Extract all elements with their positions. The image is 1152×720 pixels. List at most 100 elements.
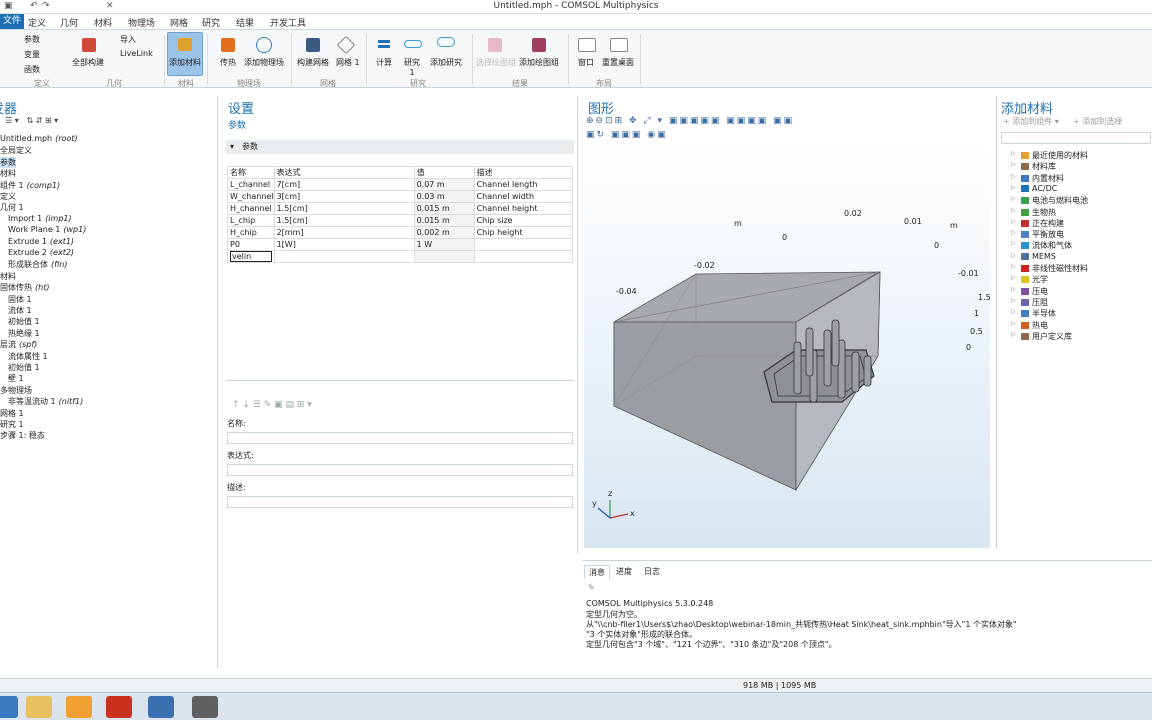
table-cell[interactable]: W_channel [227, 190, 275, 203]
table-cell[interactable]: 1.5[cm] [273, 214, 415, 227]
tree-item[interactable]: 全局定义 [0, 145, 32, 156]
tree-item[interactable]: Untitled.mph (root) [0, 134, 78, 143]
build-mesh-button[interactable]: 构建网格 [297, 57, 329, 68]
table-cell[interactable]: 1.5[cm] [273, 202, 415, 215]
table-row[interactable]: L_chip 1.5[cm] 0.015 m Chip size [227, 214, 574, 227]
graphics-canvas[interactable]: m 0.02 0.01 m 0 0 -0.02 -0.01 -0.04 1.5 … [584, 144, 991, 548]
material-library-item[interactable]: ▷ 用户定义库 [1011, 331, 1072, 342]
tree-item[interactable]: 网格 1 [0, 408, 24, 419]
material-library-item[interactable]: ▷ 光学 [1011, 274, 1048, 285]
tab-geometry[interactable]: 几何 [60, 16, 78, 29]
expand-icon[interactable]: ▷ [1011, 286, 1016, 293]
tab-physics[interactable]: 物理场 [128, 16, 155, 29]
media-player-icon[interactable] [66, 696, 92, 718]
expand-icon[interactable]: ▷ [1011, 229, 1016, 236]
comsol-icon[interactable] [192, 696, 218, 718]
variables-button[interactable]: 变量 [24, 49, 40, 60]
mesh1-button[interactable]: 网格 1 [336, 57, 360, 68]
select-plot-group-button[interactable]: 选择绘图组 [476, 57, 516, 68]
table-cell[interactable] [473, 238, 574, 251]
tab-log[interactable]: 日志 [640, 565, 664, 578]
tree-item[interactable]: 壁 1 [8, 373, 24, 384]
tab-messages[interactable]: 消息 [584, 565, 610, 579]
expand-icon[interactable]: ▷ [1011, 150, 1016, 157]
expand-icon[interactable]: ▷ [1011, 240, 1016, 247]
table-cell[interactable]: L_channel [227, 178, 275, 191]
add-material-button[interactable]: 添加材料 [169, 57, 201, 68]
table-cell[interactable]: Channel height [473, 202, 574, 215]
tab-progress[interactable]: 进度 [612, 565, 636, 578]
file-explorer-icon[interactable] [26, 696, 52, 718]
tab-materials[interactable]: 材料 [94, 16, 112, 29]
expand-icon[interactable]: ▷ [1011, 320, 1016, 327]
tree-item[interactable]: Work Plane 1 (wp1) [8, 225, 86, 234]
table-cell[interactable]: Chip size [473, 214, 574, 227]
table-cell[interactable]: H_channel [227, 202, 275, 215]
material-library-item[interactable]: ▷ 压电 [1011, 286, 1048, 297]
table-cell[interactable]: 0.015 m [413, 202, 475, 215]
functions-button[interactable]: 函数 [24, 64, 40, 75]
expand-icon[interactable]: ▷ [1011, 274, 1016, 281]
heat-transfer-button[interactable]: 传热 [220, 57, 236, 68]
tree-item[interactable]: 研究 1 [0, 419, 24, 430]
tree-item[interactable]: 流体属性 1 [8, 351, 48, 362]
table-cell[interactable]: 7[cm] [273, 178, 415, 191]
table-row[interactable]: W_channel 3[cm] 0.03 m Channel width [227, 190, 574, 203]
build-all-button[interactable]: 全部构建 [72, 57, 104, 68]
add-study-button[interactable]: 添加研究 [430, 57, 462, 68]
material-library-item[interactable]: ▷ 流体和气体 [1011, 240, 1072, 251]
windows-button[interactable]: 窗口 [578, 57, 594, 68]
reset-desktop-button[interactable]: 重置桌面 [602, 57, 634, 68]
col-name[interactable]: 名称 [227, 166, 275, 179]
table-cell[interactable]: Channel width [473, 190, 574, 203]
expand-icon[interactable]: ▷ [1011, 184, 1016, 191]
tree-item[interactable]: Import 1 (imp1) [8, 214, 72, 223]
material-library-item[interactable]: ▷ 材料库 [1011, 161, 1056, 172]
tree-item[interactable]: 定义 [0, 191, 16, 202]
start-icon[interactable] [0, 696, 18, 718]
material-library-item[interactable]: ▷ 热电 [1011, 320, 1048, 331]
material-library-item[interactable]: ▷ 生物热 [1011, 207, 1056, 218]
table-cell[interactable]: 1 W [413, 238, 475, 251]
tab-definitions[interactable]: 定义 [28, 16, 46, 29]
study1-button[interactable]: 研究 1 [403, 57, 421, 77]
material-library-item[interactable]: ▷ AC/DC [1011, 184, 1057, 193]
tab-file[interactable]: 文件 [0, 14, 25, 29]
tree-item[interactable]: Extrude 1 (ext1) [8, 237, 74, 246]
tree-item[interactable]: 初始值 1 [8, 362, 40, 373]
table-row[interactable]: H_channel 1.5[cm] 0.015 m Channel height [227, 202, 574, 215]
tree-item[interactable]: 组件 1 (comp1) [0, 180, 60, 191]
description-field[interactable] [227, 496, 573, 508]
table-cell[interactable]: 0.03 m [413, 190, 475, 203]
app-icon[interactable] [148, 696, 174, 718]
expand-icon[interactable]: ▷ [1011, 173, 1016, 180]
table-cell[interactable]: P0 [227, 238, 275, 251]
col-expression[interactable]: 表达式 [273, 166, 415, 179]
material-library-item[interactable]: ▷ 非线性磁性材料 [1011, 263, 1088, 274]
powerpoint-icon[interactable] [106, 696, 132, 718]
table-cell[interactable]: Channel length [473, 178, 574, 191]
graphics-toolbar[interactable]: ⊕⊖⊡⊞ ✥ ⤢ ▾ ▣▣▣▣▣ ▣▣▣▣ ▣▣ [586, 116, 794, 126]
tab-results[interactable]: 结果 [236, 16, 254, 29]
tree-item[interactable]: 固体 1 [8, 294, 32, 305]
name-field[interactable] [227, 432, 573, 444]
expression-field[interactable] [227, 464, 573, 476]
tree-item[interactable]: 初始值 1 [8, 316, 40, 327]
tree-item[interactable]: 层流 (spf) [0, 339, 37, 350]
material-library-item[interactable]: ▷ 最近使用的材料 [1011, 150, 1088, 161]
import-button[interactable]: 导入 [120, 34, 136, 45]
material-library-item[interactable]: ▷ 内置材料 [1011, 173, 1064, 184]
tree-item[interactable]: 流体 1 [8, 305, 32, 316]
tree-item[interactable]: Extrude 2 (ext2) [8, 248, 74, 257]
table-row[interactable]: P0 1[W] 1 W [227, 238, 574, 251]
parameters-section-header[interactable]: ▾ 参数 [226, 140, 574, 154]
graphics-toolbar-2[interactable]: ▣↻ ▣▣▣ ◉▣ [586, 130, 668, 140]
expand-icon[interactable]: ▷ [1011, 308, 1016, 315]
table-cell[interactable] [473, 250, 574, 263]
tree-item[interactable]: 材料 [0, 168, 16, 179]
material-library-item[interactable]: ▷ 半导体 [1011, 308, 1056, 319]
expand-icon[interactable]: ▷ [1011, 218, 1016, 225]
table-cell[interactable]: 0.002 m [413, 226, 475, 239]
table-cell[interactable]: L_chip [227, 214, 275, 227]
name-edit-input[interactable]: velin [230, 251, 272, 262]
